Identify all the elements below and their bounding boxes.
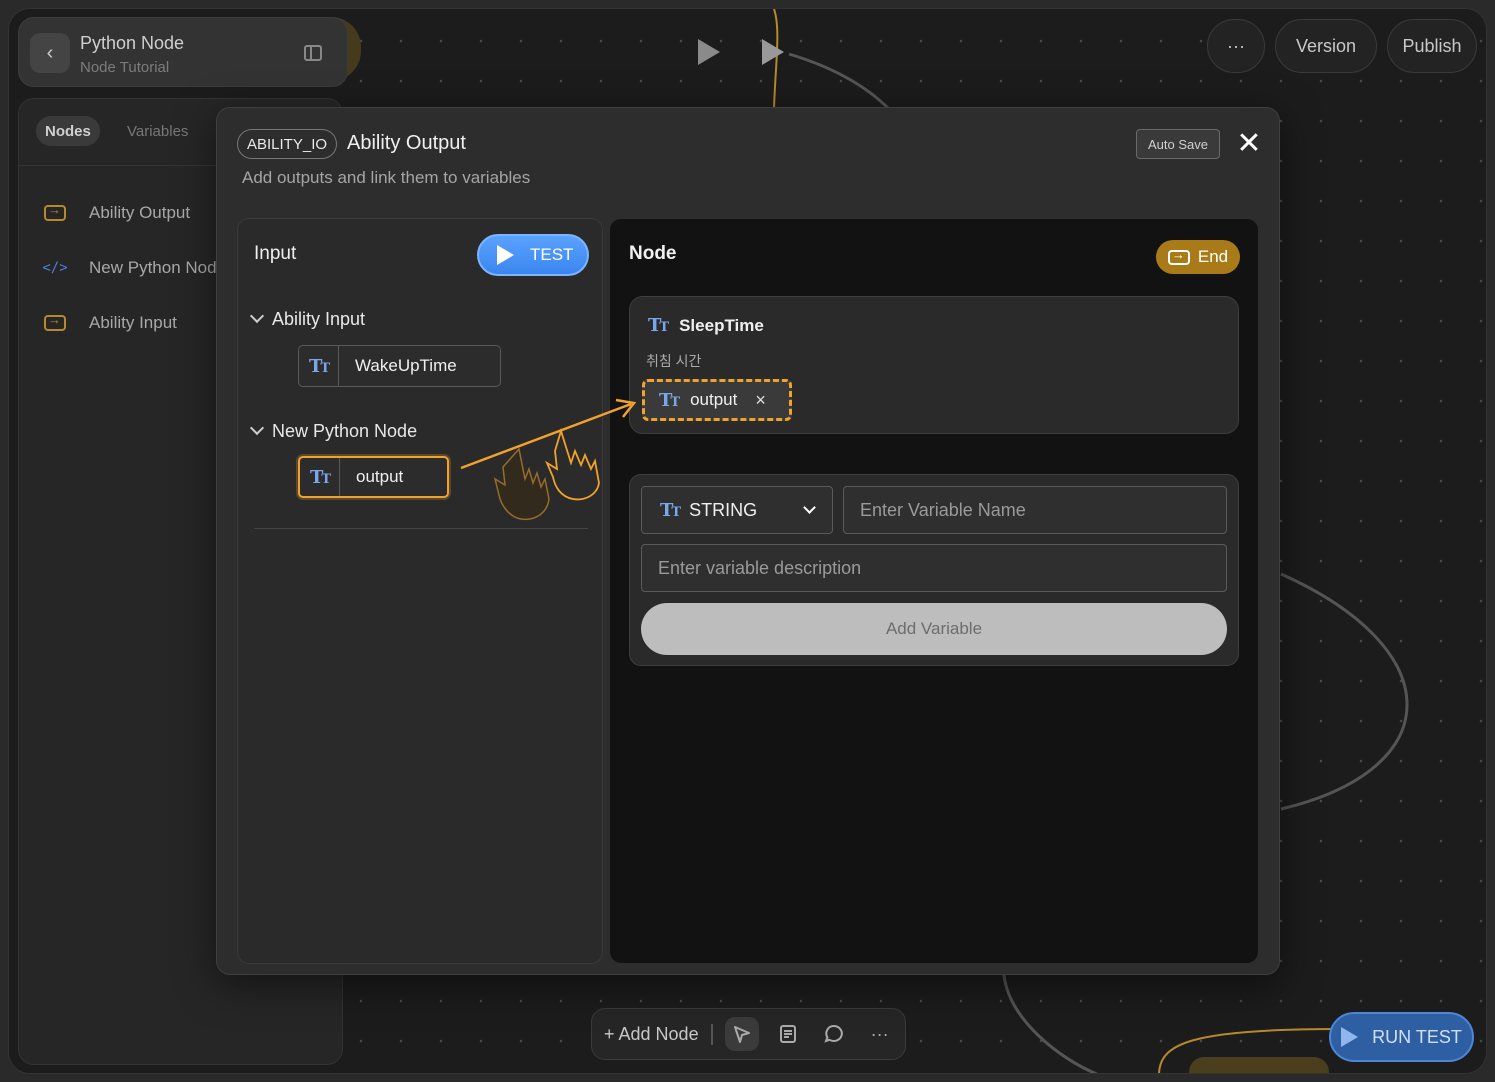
text-type-icon: TT: [660, 499, 681, 521]
version-button[interactable]: Version: [1275, 19, 1377, 73]
linked-variable-label: output: [690, 390, 738, 409]
project-header: ‹ Python Node Node Tutorial: [18, 17, 348, 87]
run-test-button[interactable]: RUN TEST: [1329, 1012, 1474, 1062]
tab-nodes[interactable]: Nodes: [36, 116, 100, 146]
output-variable-card: TT SleepTime 취침 시간 TT output ×: [629, 296, 1239, 434]
sidebar-item-ability-output[interactable]: Ability Output: [43, 202, 191, 223]
group-new-python-node[interactable]: New Python Node: [249, 420, 418, 442]
pointer-icon[interactable]: [724, 1017, 759, 1051]
project-subtitle: Node Tutorial: [80, 59, 170, 76]
modal-subtitle: Add outputs and link them to variables: [242, 168, 531, 187]
sidebar-item-ability-input[interactable]: Ability Input: [43, 312, 177, 333]
back-button[interactable]: ‹: [30, 33, 70, 73]
add-variable-button[interactable]: Add Variable: [641, 603, 1227, 655]
input-panel: Input TEST Ability Input TT WakeUpTime N…: [237, 218, 603, 964]
variable-type-select[interactable]: TT STRING: [641, 486, 833, 534]
text-type-icon: TT: [648, 315, 669, 336]
group-label: Ability Input: [272, 309, 366, 329]
chevron-left-icon: ‹: [46, 41, 54, 64]
text-type-icon: TT: [659, 389, 680, 411]
code-icon: </>: [42, 260, 68, 276]
more-button[interactable]: ···: [1207, 19, 1265, 73]
chevron-down-icon: [803, 501, 816, 514]
app-frame: ‹ Python Node Node Tutorial ··· Version …: [8, 8, 1487, 1074]
publish-label: Publish: [1402, 35, 1462, 56]
variable-chip-wakeuptime[interactable]: TT WakeUpTime: [298, 345, 501, 387]
start-node-icon[interactable]: [762, 39, 784, 65]
chevron-down-icon: [249, 308, 265, 324]
chevron-down-icon: [249, 420, 265, 436]
variable-name-label: SleepTime: [679, 315, 764, 335]
close-icon[interactable]: ✕: [1233, 128, 1265, 160]
add-node-button[interactable]: + Add Node: [604, 1023, 713, 1045]
play-icon: [1341, 1027, 1359, 1047]
version-label: Version: [1295, 35, 1357, 56]
ability-output-modal: ABILITY_IO Ability Output Add outputs an…: [216, 107, 1280, 975]
variable-chip-label: output: [356, 467, 404, 486]
add-variable-form: TT STRING Add Variable: [629, 474, 1239, 666]
end-label: End: [1197, 247, 1229, 266]
more-icon: ···: [1227, 35, 1245, 56]
run-test-label: RUN TEST: [1372, 1026, 1462, 1047]
io-input-icon: [43, 312, 67, 332]
sidebar-item-label: Ability Input: [89, 313, 177, 332]
variable-description: 취침 시간: [646, 353, 702, 369]
input-panel-title: Input: [254, 243, 297, 264]
play-icon: [497, 245, 514, 265]
sidebar-item-label: Ability Output: [89, 203, 191, 222]
test-label: TEST: [530, 245, 574, 264]
variable-chip-output[interactable]: TT output: [298, 456, 449, 498]
test-button[interactable]: TEST: [477, 234, 589, 276]
auto-save-button[interactable]: Auto Save: [1136, 129, 1220, 159]
text-type-icon: TT: [299, 346, 339, 386]
node-panel: Node End TT SleepTime 취침 시간 TT output ×: [609, 218, 1259, 964]
input-panel-divider: [254, 528, 588, 529]
node-type-badge: ABILITY_IO: [237, 129, 338, 159]
io-output-icon: [1167, 247, 1190, 265]
node-panel-title: Node: [629, 243, 677, 264]
io-output-icon: [43, 202, 67, 222]
sidebar-toggle-icon[interactable]: [304, 45, 322, 61]
sidebar-item-label: New Python Node: [89, 258, 227, 277]
variable-name: TT SleepTime: [648, 315, 764, 336]
note-icon[interactable]: [771, 1017, 805, 1051]
more-icon[interactable]: ···: [863, 1017, 897, 1051]
publish-button[interactable]: Publish: [1387, 19, 1477, 73]
modal-title: Ability Output: [347, 132, 466, 154]
variable-chip-label: WakeUpTime: [355, 356, 457, 375]
linked-variable-dropzone[interactable]: TT output ×: [642, 379, 792, 421]
variable-name-input[interactable]: [843, 486, 1227, 534]
end-node-badge: End: [1156, 240, 1240, 274]
sidebar-item-new-python-node[interactable]: </> New Python Node: [42, 258, 227, 278]
variable-description-input[interactable]: [641, 544, 1227, 592]
text-type-icon: TT: [300, 458, 340, 496]
group-label: New Python Node: [272, 421, 418, 441]
canvas-toolbar: + Add Node ···: [591, 1008, 906, 1060]
group-ability-input[interactable]: Ability Input: [249, 308, 366, 330]
tab-variables[interactable]: Variables: [118, 116, 197, 146]
project-title: Python Node: [80, 33, 185, 53]
type-select-value: STRING: [689, 499, 758, 520]
comment-icon[interactable]: [817, 1017, 851, 1051]
play-icon[interactable]: [698, 39, 720, 65]
remove-link-icon[interactable]: ×: [755, 390, 766, 411]
